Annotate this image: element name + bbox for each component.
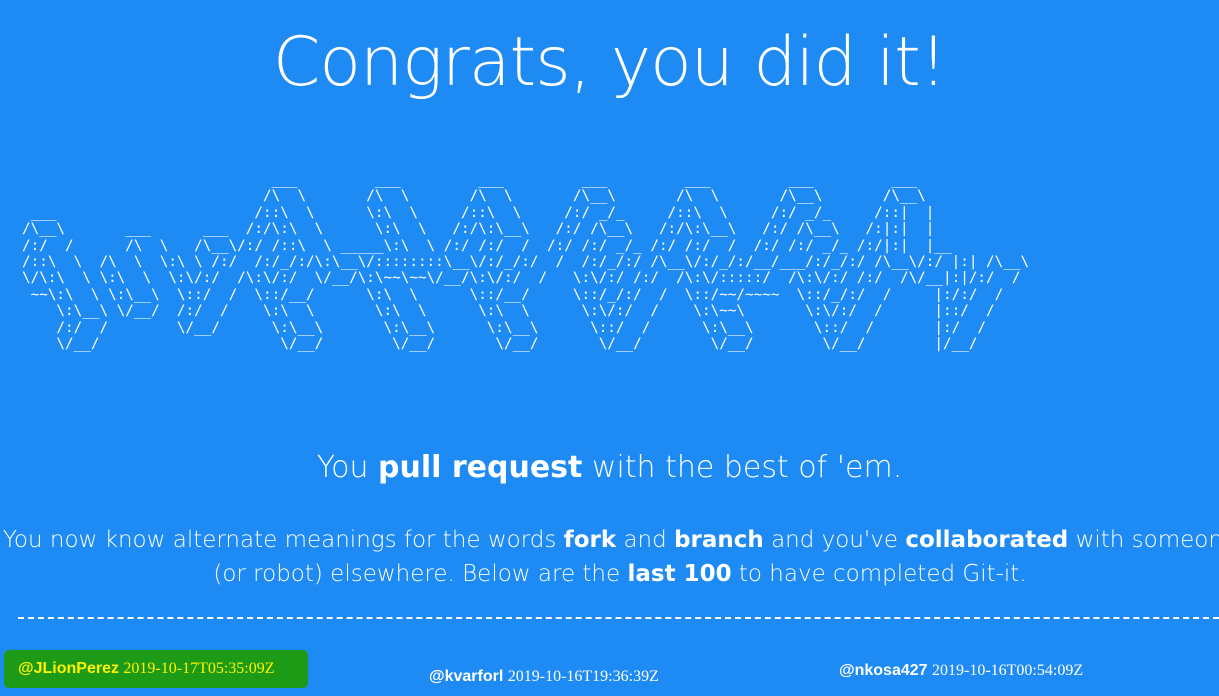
desc-bold-branch: branch [674,527,764,553]
tagline-post: with the best of 'em. [582,450,903,485]
completion-entry-highlighted: @JLionPerez 2019-10-17T05:35:09Z [4,650,308,688]
dashed-divider [18,617,1219,619]
completion-user-link[interactable]: @kvarforl [429,668,503,685]
page-headline: Congrats, you did it! [272,23,947,102]
completion-timestamp: 2019-10-16T19:36:39Z [507,668,659,685]
desc-text-2: and [616,527,675,553]
description: You now know alternate meanings for the … [0,523,1219,591]
desc-text-1: You now know alternate meanings for the … [2,527,564,553]
desc-bold-fork: fork [563,527,617,553]
desc-bold-last-100: last 100 [627,561,732,587]
completion-entry: @nkosa427 2019-10-16T00:54:09Z [839,662,1083,680]
tagline-pre: You [316,450,379,485]
tagline-bold: pull request [378,450,583,485]
ascii-art-banner: ___ ___ ___ ___ ___ ___ ___ /\ \ /\ \ /\… [22,172,1030,353]
completion-timestamp: 2019-10-17T05:35:09Z [123,660,275,677]
completion-entry: @kvarforl 2019-10-16T19:36:39Z [429,668,659,686]
desc-bold-collaborated: collaborated [905,527,1069,553]
desc-text-5: to have completed Git-it. [731,561,1027,587]
desc-text-3: and you've [763,527,906,553]
completion-timestamp: 2019-10-16T00:54:09Z [932,662,1084,679]
completion-user-link[interactable]: @nkosa427 [839,662,928,679]
completion-user-link[interactable]: @JLionPerez [18,660,119,678]
tagline: You pull request with the best of 'em. [0,450,1219,485]
